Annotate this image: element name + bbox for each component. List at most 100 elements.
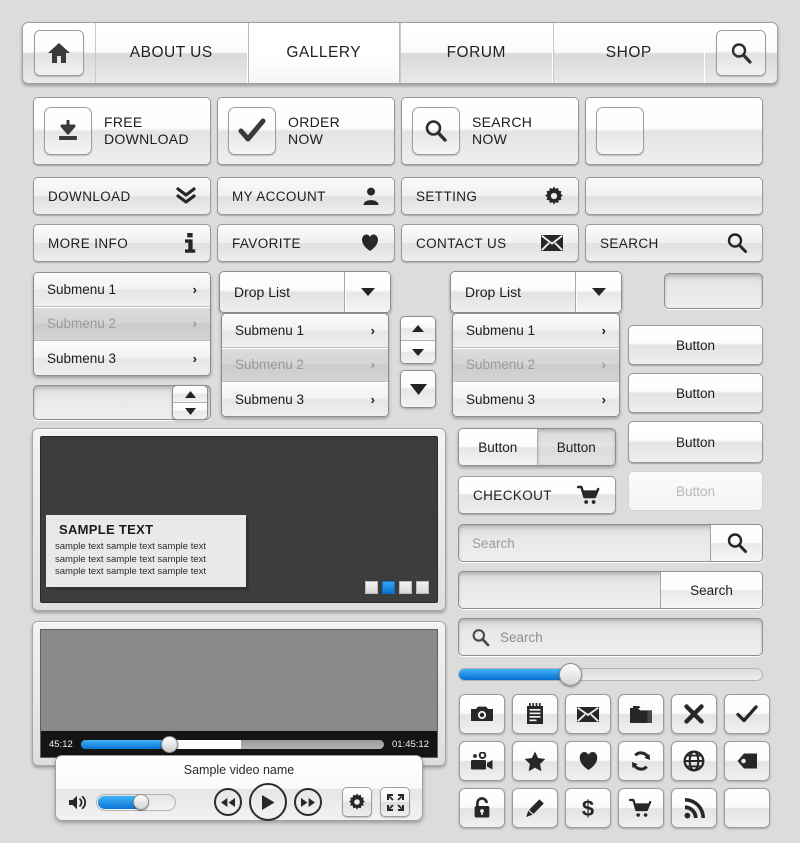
- download-bar-button[interactable]: DOWNLOAD: [33, 177, 211, 215]
- star-icon-button[interactable]: [512, 741, 558, 781]
- more-info-bar-button[interactable]: MORE INFO: [33, 224, 211, 262]
- video-seek-handle[interactable]: [161, 735, 179, 753]
- video-camera-icon-button[interactable]: [459, 741, 505, 781]
- rewind-button[interactable]: [214, 788, 242, 816]
- setting-bar-button[interactable]: SETTING: [401, 177, 579, 215]
- speaker-icon[interactable]: [68, 794, 88, 811]
- folder-icon: [629, 705, 653, 724]
- drop-list-2[interactable]: Drop List: [450, 271, 622, 313]
- forward-button[interactable]: [294, 788, 322, 816]
- fast-forward-icon: [300, 797, 316, 808]
- button-right-1[interactable]: Button: [628, 325, 763, 365]
- pencil-icon-button[interactable]: [512, 788, 558, 828]
- submenu-item-1[interactable]: Submenu 1 ›: [222, 314, 388, 348]
- drop-list-2-menu: Submenu 1 › Submenu 2 › Submenu 3 ›: [452, 313, 620, 417]
- video-settings-button[interactable]: [342, 787, 372, 817]
- nav-item-about-us[interactable]: ABOUT US: [95, 23, 248, 83]
- envelope-icon-button[interactable]: [565, 694, 611, 734]
- submenu-item-2[interactable]: Submenu 2 ›: [453, 348, 619, 382]
- horizontal-slider[interactable]: [458, 663, 763, 686]
- close-icon-button[interactable]: [671, 694, 717, 734]
- spinner-down-button[interactable]: [401, 341, 435, 363]
- slider-handle[interactable]: [558, 663, 582, 686]
- pagination-dot-3[interactable]: [399, 581, 412, 594]
- spinner-up-button[interactable]: [173, 386, 207, 403]
- chevron-down-icon[interactable]: [344, 272, 390, 312]
- large-down-button[interactable]: [400, 370, 436, 408]
- video-screen[interactable]: 45:12 01:45:12: [40, 629, 438, 758]
- check-icon-button[interactable]: [724, 694, 770, 734]
- pagination-dot-1[interactable]: [365, 581, 378, 594]
- chevron-right-icon: ›: [370, 323, 375, 338]
- globe-icon-button[interactable]: [671, 741, 717, 781]
- nav-search-button[interactable]: [716, 30, 766, 76]
- submenu-item-1[interactable]: Submenu 1 ›: [34, 273, 210, 307]
- spinner-down-button[interactable]: [173, 403, 207, 419]
- contact-us-bar-button[interactable]: CONTACT US: [401, 224, 579, 262]
- submenu-item-3[interactable]: Submenu 3 ›: [222, 382, 388, 416]
- segment-button-1[interactable]: Button: [459, 429, 537, 465]
- blank-bar-button-1[interactable]: [585, 177, 763, 215]
- blank-icon-button[interactable]: [585, 97, 763, 165]
- nav-item-forum[interactable]: FORUM: [400, 23, 553, 83]
- rss-icon-button[interactable]: [671, 788, 717, 828]
- search-input[interactable]: Search: [459, 525, 710, 561]
- checkout-button[interactable]: CHECKOUT: [458, 476, 616, 514]
- button-right-2[interactable]: Button: [628, 373, 763, 413]
- submenu-item-1[interactable]: Submenu 1 ›: [453, 314, 619, 348]
- label-line-1: SEARCH: [472, 114, 533, 130]
- home-icon: [47, 42, 71, 64]
- button-label: Button: [675, 483, 716, 499]
- heart-icon-button[interactable]: [565, 741, 611, 781]
- search-icon: [726, 232, 748, 254]
- notepad-icon-button[interactable]: [512, 694, 558, 734]
- submenu-item-2[interactable]: Submenu 2 ›: [34, 307, 210, 341]
- button-label: Button: [675, 434, 716, 450]
- blank-button-top[interactable]: [664, 273, 763, 309]
- pagination-dot-4[interactable]: [416, 581, 429, 594]
- segment-button-2[interactable]: Button: [536, 429, 615, 465]
- pagination-dot-2[interactable]: [382, 581, 395, 594]
- search-input[interactable]: [459, 572, 660, 608]
- my-account-bar-button[interactable]: MY ACCOUNT: [217, 177, 395, 215]
- tag-icon-button[interactable]: [724, 741, 770, 781]
- lock-icon-button[interactable]: [459, 788, 505, 828]
- search-button-label: Search: [690, 582, 733, 598]
- dollar-icon-button[interactable]: $: [565, 788, 611, 828]
- video-seek-track[interactable]: [80, 735, 385, 753]
- submenu-item-2[interactable]: Submenu 2 ›: [222, 348, 388, 382]
- folder-icon-button[interactable]: [618, 694, 664, 734]
- search-bar-button[interactable]: SEARCH: [585, 224, 763, 262]
- submenu-label: Submenu 3: [235, 391, 305, 407]
- segment-label: Button: [478, 439, 518, 455]
- play-button[interactable]: [249, 783, 287, 821]
- home-button[interactable]: [34, 30, 84, 76]
- volume-handle[interactable]: [132, 793, 149, 810]
- cart-icon-button[interactable]: [618, 788, 664, 828]
- video-control-bar: Sample video name: [55, 755, 423, 821]
- label-line-1: FREE: [104, 114, 143, 130]
- spinner-up-button[interactable]: [401, 317, 435, 341]
- favorite-bar-button[interactable]: FAVORITE: [217, 224, 395, 262]
- nav-item-shop[interactable]: SHOP: [552, 23, 705, 83]
- blank-icon-button[interactable]: [724, 788, 770, 828]
- submenu-item-3[interactable]: Submenu 3 ›: [34, 341, 210, 375]
- label-line-2: NOW: [472, 131, 508, 147]
- chevron-down-icon[interactable]: [575, 272, 621, 312]
- drop-list-1[interactable]: Drop List: [219, 271, 391, 313]
- refresh-icon-button[interactable]: [618, 741, 664, 781]
- heart-icon: [360, 234, 380, 252]
- cart-icon: [577, 485, 601, 505]
- button-right-3[interactable]: Button: [628, 421, 763, 463]
- search-text-button[interactable]: Search: [660, 572, 762, 608]
- volume-slider[interactable]: [96, 793, 176, 811]
- camera-icon-button[interactable]: [459, 694, 505, 734]
- nav-item-gallery[interactable]: GALLERY: [247, 23, 400, 83]
- search-submit-button[interactable]: [710, 525, 762, 561]
- submenu-item-3[interactable]: Submenu 3 ›: [453, 382, 619, 416]
- search-now-button[interactable]: SEARCH NOW: [401, 97, 579, 165]
- fullscreen-button[interactable]: [380, 787, 410, 817]
- order-now-button[interactable]: ORDER NOW: [217, 97, 395, 165]
- search-field-inline[interactable]: Search: [458, 618, 763, 656]
- free-download-button[interactable]: FREE DOWNLOAD: [33, 97, 211, 165]
